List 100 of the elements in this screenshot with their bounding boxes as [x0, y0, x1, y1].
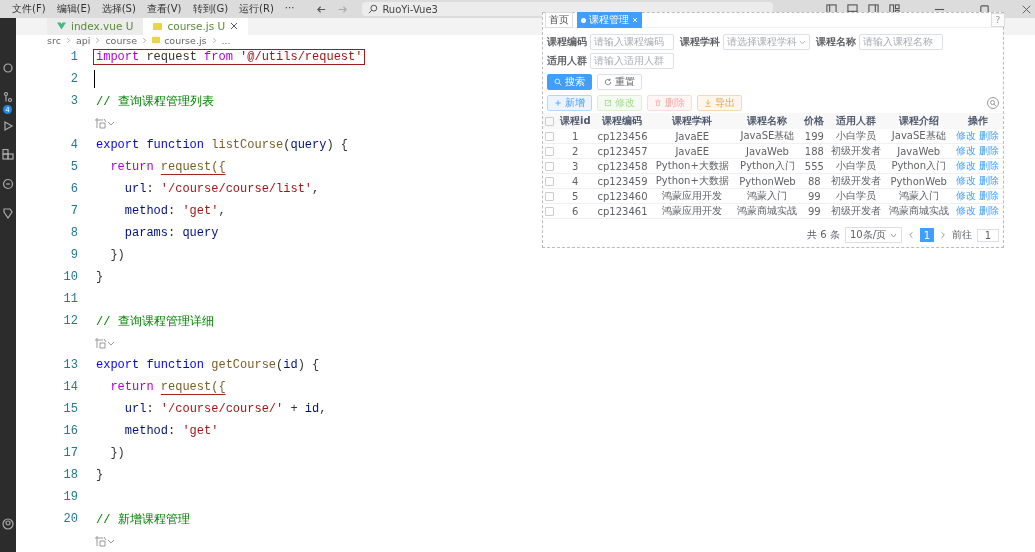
editor-tab[interactable]: index.vue U: [47, 18, 144, 35]
checkbox[interactable]: [545, 132, 555, 141]
menu-item[interactable]: 编辑(E): [56, 2, 91, 16]
table-cell: 88: [801, 173, 828, 189]
table-cell: 小白学员: [827, 129, 885, 144]
source-control-icon[interactable]: [2, 91, 14, 103]
column-header: 课程编码: [593, 113, 652, 129]
line-number: 13: [62, 358, 78, 372]
line-number: 12: [62, 314, 78, 328]
run-icon[interactable]: [2, 120, 14, 132]
table-cell: JavaSE基础: [733, 129, 802, 144]
row-action-link[interactable]: 修改: [956, 129, 977, 143]
goto-page-field[interactable]: 1: [977, 228, 999, 242]
column-header: 适用人群: [827, 113, 885, 129]
table-cell: JavaEE: [651, 143, 734, 159]
table-cell: 鸿蒙入门: [733, 188, 802, 204]
table-cell: 99: [801, 188, 828, 204]
table-cell: cp123458: [593, 158, 652, 174]
row-action-link[interactable]: 修改: [956, 159, 977, 173]
row-action-link[interactable]: 删除: [979, 159, 1000, 173]
line-number: 5: [69, 160, 78, 174]
column-header: 价格: [801, 113, 828, 129]
sidebar-layout-icon[interactable]: [826, 3, 837, 15]
input-field[interactable]: 请输入课程编码: [590, 34, 674, 50]
menu-item[interactable]: 转到(G): [192, 2, 229, 16]
editor-tab[interactable]: course.js U: [143, 18, 249, 35]
table-cell: 3: [556, 158, 594, 174]
row-action-link[interactable]: 删除: [979, 174, 1000, 188]
row-action-link[interactable]: 删除: [979, 189, 1000, 203]
extensions-icon[interactable]: [2, 149, 14, 161]
help-button[interactable]: ?: [991, 13, 1005, 27]
row-action-link[interactable]: 删除: [979, 204, 1000, 218]
column-header: 课程学科: [651, 113, 734, 129]
account-icon[interactable]: [2, 518, 14, 530]
split-layout-icon[interactable]: [868, 3, 879, 15]
grid-layout-icon[interactable]: [889, 3, 900, 15]
checkbox[interactable]: [545, 162, 555, 171]
checkbox[interactable]: [545, 177, 555, 186]
filter-button[interactable]: 搜索: [547, 74, 592, 90]
menu-item[interactable]: 运行(R): [239, 2, 274, 16]
menu-item[interactable]: 查看(V): [146, 2, 182, 16]
table-cell: PythonWeb: [884, 173, 953, 189]
select-field[interactable]: 请选择课程学科: [723, 34, 810, 50]
page-tag[interactable]: 首页: [545, 12, 573, 28]
codelens-icon[interactable]: [94, 117, 114, 129]
checkbox[interactable]: [545, 207, 555, 216]
table-cell: 1: [556, 129, 594, 144]
breadcrumb-item[interactable]: ...: [221, 34, 231, 46]
code-line: // 新增课程管理: [95, 511, 191, 528]
vue-file-icon: [57, 22, 66, 31]
row-action-link[interactable]: 删除: [979, 129, 1000, 143]
code-line: }: [95, 270, 105, 284]
code-line: url: '/course/course/list',: [123, 182, 321, 196]
menu-item[interactable]: 选择(S): [101, 2, 136, 16]
table-cell: 6: [556, 203, 594, 219]
menu-item[interactable]: 文件(F): [12, 2, 46, 16]
row-action-link[interactable]: 删除: [979, 144, 1000, 158]
line-number: 14: [62, 380, 78, 394]
menu-item[interactable]: ···: [284, 2, 295, 16]
breadcrumb-item[interactable]: course: [105, 34, 138, 46]
row-action-link[interactable]: 修改: [956, 204, 977, 218]
column-header: 课程名称: [733, 113, 802, 129]
table-cell: 鸿蒙商城实战: [884, 203, 953, 219]
table-cell: 初级开发者: [827, 143, 885, 159]
breadcrumb-item[interactable]: src: [47, 34, 61, 46]
page-size-select[interactable]: 10条/页: [844, 227, 902, 243]
table-cell: 188: [801, 143, 828, 159]
codelens-icon[interactable]: [94, 337, 114, 349]
table-cell: cp123461: [593, 203, 652, 219]
page-button[interactable]: 1: [920, 228, 934, 242]
breadcrumb-item[interactable]: course.js: [164, 34, 207, 46]
close-icon[interactable]: [1022, 3, 1031, 15]
toolbar-button[interactable]: 导出: [697, 95, 742, 111]
row-action-link[interactable]: 修改: [956, 189, 977, 203]
codelens-icon[interactable]: [94, 535, 114, 547]
table-cell: 199: [801, 129, 828, 144]
panel-layout-icon[interactable]: [847, 3, 858, 15]
table-cell: Python入门: [733, 158, 802, 174]
maximize-icon[interactable]: [979, 3, 990, 15]
testing-icon[interactable]: [2, 207, 14, 219]
filter-label: 课程学科: [680, 35, 720, 49]
filter-button[interactable]: 重置: [597, 74, 642, 90]
input-field[interactable]: 请输入课程名称: [859, 34, 943, 50]
table-cell: JavaEE: [651, 129, 734, 144]
code-line: // 查询课程管理详细: [95, 313, 215, 330]
checkbox[interactable]: [545, 117, 555, 126]
row-action-link[interactable]: 修改: [956, 144, 977, 158]
line-number: 17: [62, 446, 78, 460]
close-icon[interactable]: [230, 22, 239, 31]
page-tag[interactable]: 课程管理: [577, 12, 642, 28]
row-action-link[interactable]: 修改: [956, 174, 977, 188]
column-header: 课程id: [556, 113, 594, 129]
input-field[interactable]: 请输入适用人群: [590, 53, 674, 69]
toolbar-button[interactable]: 新增: [547, 95, 592, 111]
table-cell: Python+大数据: [651, 173, 734, 189]
checkbox[interactable]: [545, 192, 555, 201]
table-cell: JavaWeb: [884, 143, 953, 159]
breadcrumb-item[interactable]: api: [75, 34, 91, 46]
checkbox[interactable]: [545, 147, 555, 156]
column-header: 课程介绍: [884, 113, 953, 129]
